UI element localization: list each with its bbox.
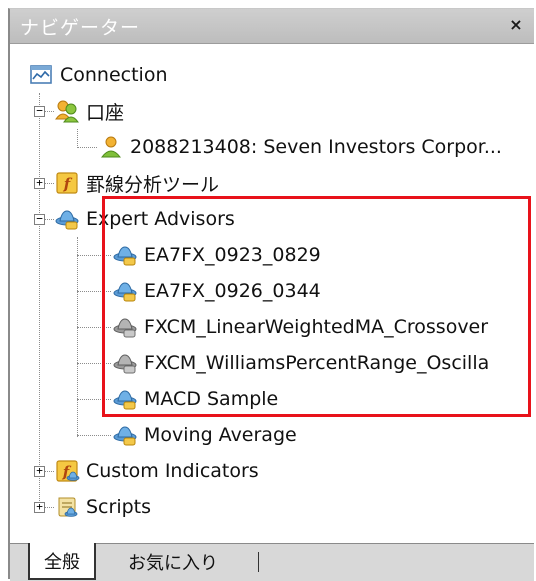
tree-item-account[interactable]: 2088213408: Seven Investors Corpor... [98, 129, 502, 165]
tree-item-ea-1[interactable]: EA7FX_0923_0829 [112, 237, 321, 273]
tree-item-ea-6[interactable]: Moving Average [112, 417, 297, 453]
tab-separator [258, 552, 259, 572]
tree-label-connection: Connection [60, 64, 168, 86]
tree-item-ea-4[interactable]: FXCM_WilliamsPercentRange_Oscilla [112, 345, 489, 381]
expert-advisors-hat-icon [54, 206, 80, 232]
tree-h-account [44, 111, 54, 112]
expand-scripts-button[interactable]: + [34, 501, 45, 513]
navigator-panel: ナビゲーター × − + − + + Connection 口座 2088213… [8, 8, 534, 581]
expert-hat-icon [112, 242, 138, 268]
tree-label-expert-advisors: Expert Advisors [86, 208, 235, 230]
tree-h-ea5 [77, 399, 111, 400]
expert-hat-icon [112, 422, 138, 448]
tree-h-scripts [44, 507, 54, 508]
tree-line-experts [77, 237, 78, 437]
tree-label-ea: MACD Sample [144, 388, 279, 410]
tree-label-ea: EA7FX_0923_0829 [144, 244, 321, 266]
drawing-tools-icon: f [54, 170, 80, 196]
tree-item-ea-5[interactable]: MACD Sample [112, 381, 278, 417]
tree-item-ea-3[interactable]: FXCM_LinearWeightedMA_Crossover [112, 309, 488, 345]
navigator-tabbar: 全般 お気に入り [10, 543, 534, 581]
tree-item-scripts[interactable]: Scripts [54, 489, 151, 525]
account-user-icon [98, 134, 124, 160]
tree-item-custom-indicators[interactable]: f Custom Indicators [54, 453, 259, 489]
tree-item-accounts[interactable]: 口座 [54, 93, 124, 129]
tree-item-ea-2[interactable]: EA7FX_0926_0344 [112, 273, 321, 309]
tree-label-account: 2088213408: Seven Investors Corpor... [130, 136, 502, 158]
expert-hat-icon [112, 386, 138, 412]
tree-label-scripts: Scripts [86, 496, 152, 518]
tree-label-custom-indicators: Custom Indicators [86, 460, 259, 482]
tree-label-ea: Moving Average [144, 424, 297, 446]
expert-hat-disabled-icon [112, 314, 138, 340]
tree-item-connection[interactable]: Connection [28, 57, 168, 93]
tree-label-ea: FXCM_LinearWeightedMA_Crossover [144, 316, 489, 338]
tree-h-ea2 [77, 291, 111, 292]
tree-h-tools [44, 183, 54, 184]
collapse-experts-button[interactable]: − [34, 213, 45, 225]
close-button[interactable]: × [506, 15, 526, 35]
tree-h-ea3 [77, 327, 111, 328]
tree-h-ea4 [77, 363, 111, 364]
tab-general[interactable]: 全般 [28, 543, 96, 580]
scripts-icon [54, 494, 80, 520]
navigator-titlebar[interactable]: ナビゲーター × [10, 9, 534, 44]
window-title: ナビゲーター [20, 17, 141, 39]
tree-item-expert-advisors[interactable]: Expert Advisors [54, 201, 235, 237]
tree-label-ea: EA7FX_0926_0344 [144, 280, 321, 302]
tree-h-account-item [77, 147, 97, 148]
expand-indicators-button[interactable]: + [34, 465, 45, 477]
expert-hat-icon [112, 278, 138, 304]
tree-line-root [39, 93, 40, 507]
tree-h-ea6 [77, 435, 111, 436]
tree-label-drawing-tools: 罫線分析ツール [86, 173, 220, 196]
tree-item-drawing-tools[interactable]: f 罫線分析ツール [54, 165, 219, 201]
tree-label-accounts: 口座 [86, 101, 125, 124]
tree-label-ea: FXCM_WilliamsPercentRange_Oscilla [144, 352, 490, 374]
collapse-account-button[interactable]: − [34, 105, 45, 117]
navigator-tree: − + − + + Connection 口座 2088213408: Seve… [10, 45, 534, 535]
tree-h-ea1 [77, 255, 111, 256]
custom-indicators-icon: f [54, 458, 80, 484]
tab-favorites[interactable]: お気に入り [114, 544, 232, 580]
tree-line-account [77, 129, 78, 146]
tree-h-experts [44, 219, 54, 220]
accounts-group-icon [54, 98, 80, 124]
tree-h-indicators [44, 471, 54, 472]
expert-hat-disabled-icon [112, 350, 138, 376]
expand-tools-button[interactable]: + [34, 177, 45, 189]
connection-icon [28, 62, 54, 88]
